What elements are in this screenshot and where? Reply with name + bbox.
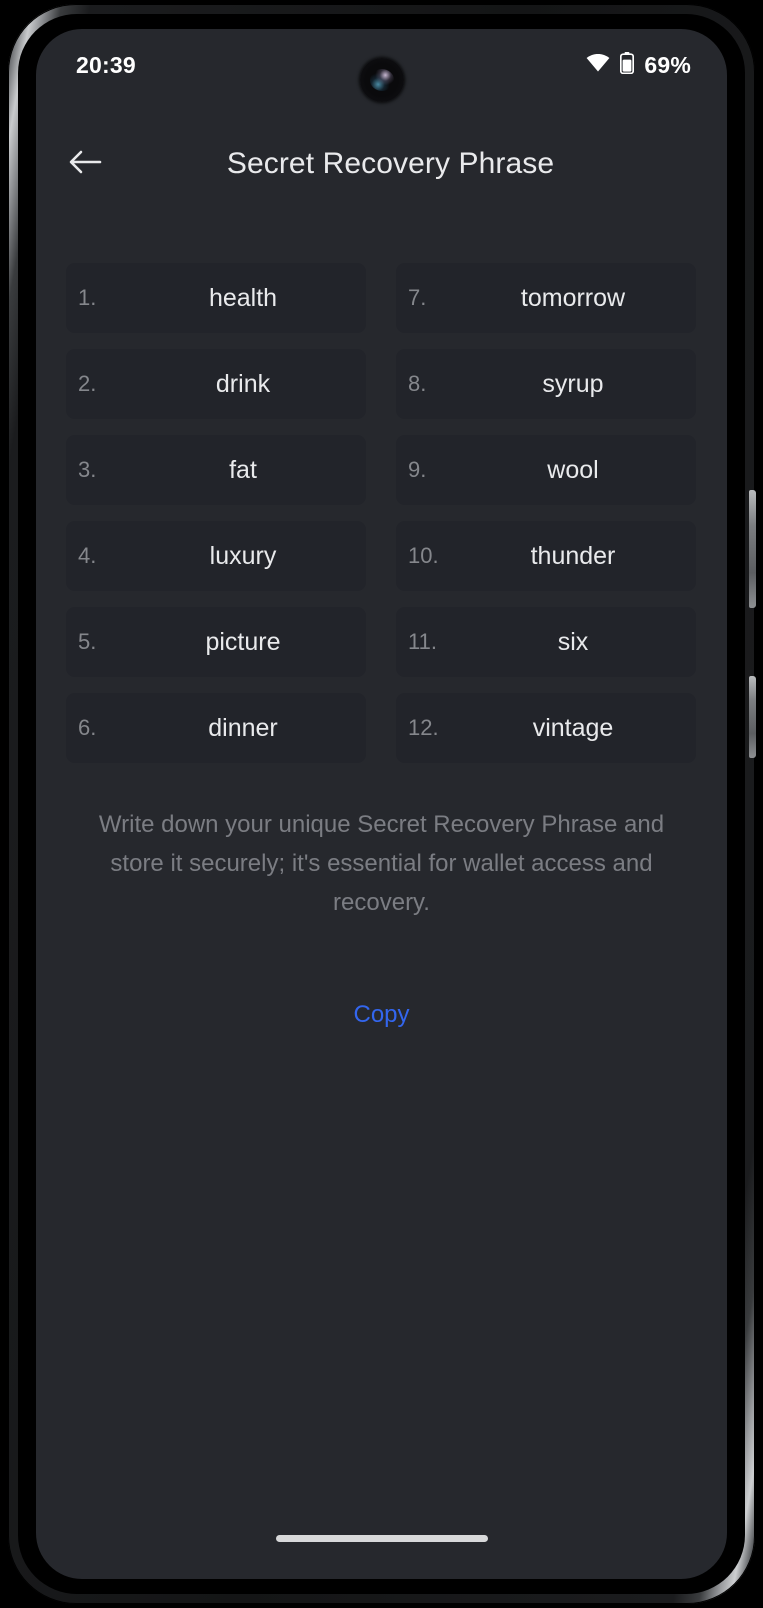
recovery-phrase-description: Write down your unique Secret Recovery P… — [98, 811, 665, 916]
word-value-label: six — [557, 627, 589, 656]
word-value-label: drink — [215, 369, 271, 398]
status-bar-indicators: 69% — [586, 51, 691, 79]
word-index-label: 5. — [78, 629, 97, 654]
word-value-label: picture — [205, 627, 281, 656]
word-index-label: 9. — [408, 457, 427, 482]
phone-device-frame: 20:39 69% Secret Recovery Phrase 1. heal… — [8, 4, 756, 1604]
recovery-word-cell: 5. picture — [66, 607, 366, 677]
word-value-label: syrup — [542, 369, 604, 398]
word-index-label: 3. — [78, 457, 97, 482]
recovery-word-cell: 3. fat — [66, 435, 366, 505]
power-button[interactable] — [749, 676, 756, 758]
word-value-label: luxury — [209, 541, 277, 570]
word-value-label: health — [208, 283, 278, 312]
page-title: Secret Recovery Phrase — [226, 147, 555, 180]
word-index-label: 8. — [408, 371, 427, 396]
recovery-word-cell: 11. six — [396, 607, 696, 677]
recovery-word-cell: 1. health — [66, 263, 366, 333]
recovery-word-cell: 6. dinner — [66, 693, 366, 763]
word-value-label: dinner — [208, 713, 278, 742]
recovery-phrase-grid: 1. health 7. tomorrow 2. drink 8. syrup … — [66, 263, 696, 763]
word-value-label: thunder — [530, 541, 616, 570]
word-index-label: 11. — [408, 629, 437, 654]
app-header: Secret Recovery Phrase — [36, 127, 727, 201]
copy-action-row: Copy — [36, 995, 727, 1035]
word-index-label: 6. — [78, 715, 97, 740]
battery-percentage-label: 69% — [644, 51, 691, 78]
word-index-label: 12. — [408, 715, 439, 740]
wifi-icon — [586, 53, 610, 77]
recovery-word-cell: 10. thunder — [396, 521, 696, 591]
copy-button[interactable]: Copy — [339, 995, 423, 1035]
word-value-label: wool — [547, 455, 599, 484]
word-index-label: 4. — [78, 543, 97, 568]
battery-icon — [620, 51, 635, 79]
volume-button[interactable] — [749, 490, 756, 608]
recovery-word-cell: 8. syrup — [396, 349, 696, 419]
status-bar-clock: 20:39 — [76, 51, 136, 78]
recovery-word-cell: 4. luxury — [66, 521, 366, 591]
word-value-label: fat — [229, 455, 257, 484]
phone-screen: 20:39 69% Secret Recovery Phrase 1. heal… — [36, 29, 727, 1579]
word-index-label: 1. — [78, 285, 97, 310]
recovery-word-cell: 7. tomorrow — [396, 263, 696, 333]
word-index-label: 7. — [408, 285, 427, 310]
word-index-label: 2. — [78, 371, 97, 396]
word-index-label: 10. — [408, 543, 439, 568]
recovery-word-cell: 9. wool — [396, 435, 696, 505]
back-arrow-icon — [68, 148, 102, 181]
front-camera-icon — [359, 58, 404, 102]
word-value-label: tomorrow — [520, 283, 626, 312]
recovery-word-cell: 12. vintage — [396, 693, 696, 763]
back-button[interactable] — [54, 133, 116, 195]
word-value-label: vintage — [532, 713, 614, 742]
home-indicator[interactable] — [275, 1535, 488, 1542]
recovery-word-cell: 2. drink — [66, 349, 366, 419]
